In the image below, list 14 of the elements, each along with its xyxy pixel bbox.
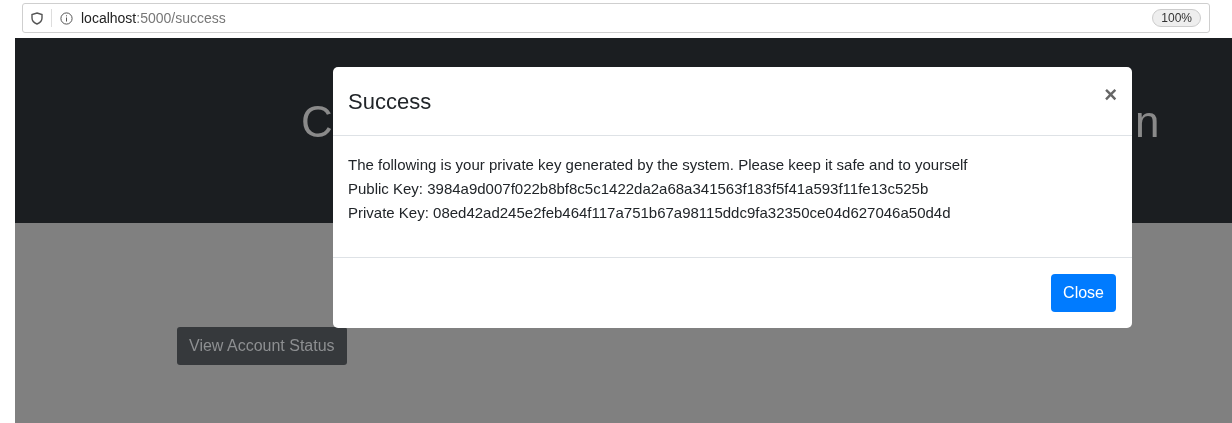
heading-fragment: C bbox=[301, 100, 333, 144]
modal-body-text: The following is your private key generated by the system. Please keep it safe and to yourself bbox=[348, 155, 969, 175]
info-icon bbox=[60, 11, 73, 25]
modal-body-text: Private Key: 08ed42ad245e2feb464f117a751b67a98115ddc9fa32350ce04d627046a50d4d bbox=[348, 203, 952, 223]
heading-fragment: n bbox=[1135, 100, 1160, 144]
close-button[interactable]: × bbox=[1104, 84, 1117, 106]
url-text: localhost:5000/success bbox=[81, 8, 226, 28]
address-bar[interactable]: localhost:5000/success 100% bbox=[22, 3, 1210, 33]
shield-icon bbox=[31, 11, 43, 25]
modal-title: Success bbox=[348, 87, 432, 116]
view-account-status-button[interactable]: View Account Status bbox=[177, 327, 347, 365]
zoom-level[interactable]: 100% bbox=[1152, 9, 1201, 27]
modal-body-text: Public Key: 3984a9d007f022b8bf8c5c1422da2a68a341563f183f5f41a593f11fe13c525b bbox=[348, 179, 930, 199]
close-button[interactable]: Close bbox=[1051, 274, 1116, 312]
